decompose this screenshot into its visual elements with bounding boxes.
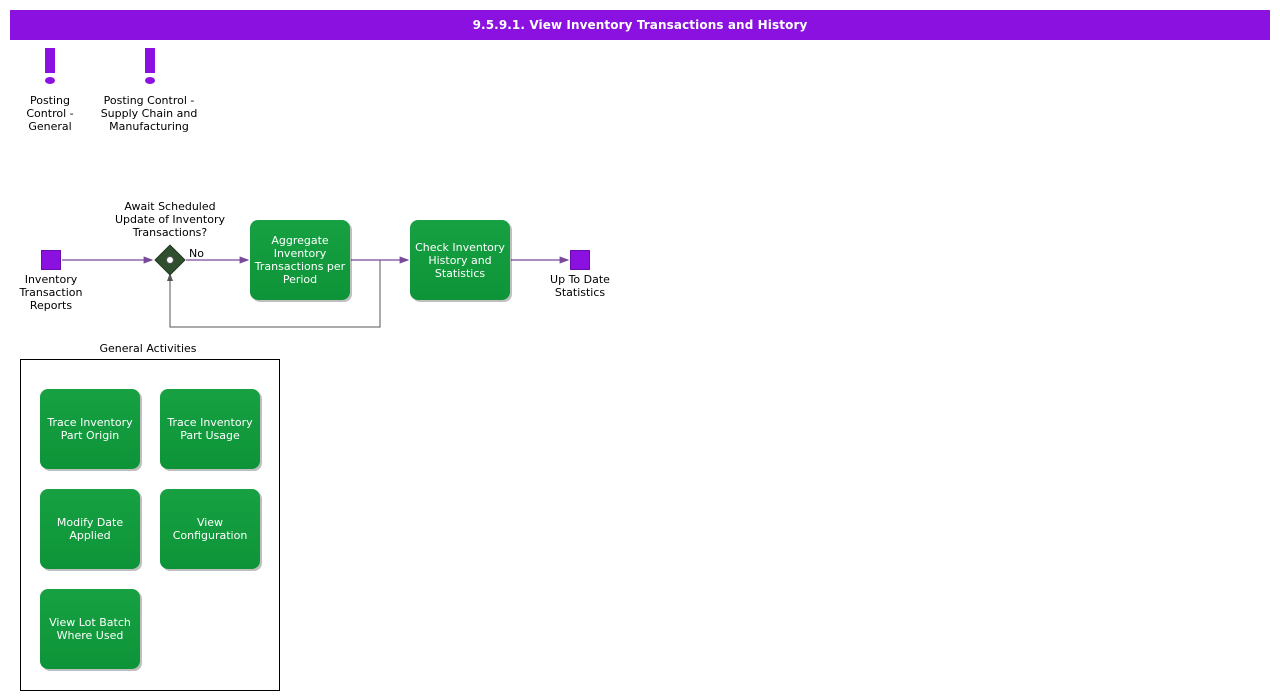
end-event-icon[interactable] <box>570 250 590 270</box>
general-activities-label: General Activities <box>99 342 197 355</box>
note-label-posting-control-general: Posting Control - General <box>26 94 74 133</box>
diagram-canvas: 9.5.9.1. View Inventory Transactions and… <box>0 0 1280 700</box>
activity-trace-inventory-part-origin[interactable]: Trace Inventory Part Origin <box>40 389 140 469</box>
end-event-label: Up To Date Statistics <box>550 273 610 299</box>
activity-aggregate-inventory-transactions[interactable]: Aggregate Inventory Transactions per Per… <box>250 220 350 300</box>
note-label-posting-control-supply-chain: Posting Control - Supply Chain and Manuf… <box>100 94 198 133</box>
exclamation-icon <box>145 48 155 84</box>
start-event-icon[interactable] <box>41 250 61 270</box>
activity-view-lot-batch-where-used[interactable]: View Lot Batch Where Used <box>40 589 140 669</box>
exclamation-icon <box>45 48 55 84</box>
activity-modify-date-applied[interactable]: Modify Date Applied <box>40 489 140 569</box>
activity-trace-inventory-part-usage[interactable]: Trace Inventory Part Usage <box>160 389 260 469</box>
decision-label: Await Scheduled Update of Inventory Tran… <box>115 200 225 239</box>
activity-view-configuration[interactable]: View Configuration <box>160 489 260 569</box>
activity-check-inventory-history[interactable]: Check Inventory History and Statistics <box>410 220 510 300</box>
decision-branch-label-no: No <box>189 247 204 260</box>
decision-diamond-icon[interactable] <box>154 244 186 276</box>
page-title: 9.5.9.1. View Inventory Transactions and… <box>10 10 1270 40</box>
start-event-label: Inventory Transaction Reports <box>19 273 83 312</box>
